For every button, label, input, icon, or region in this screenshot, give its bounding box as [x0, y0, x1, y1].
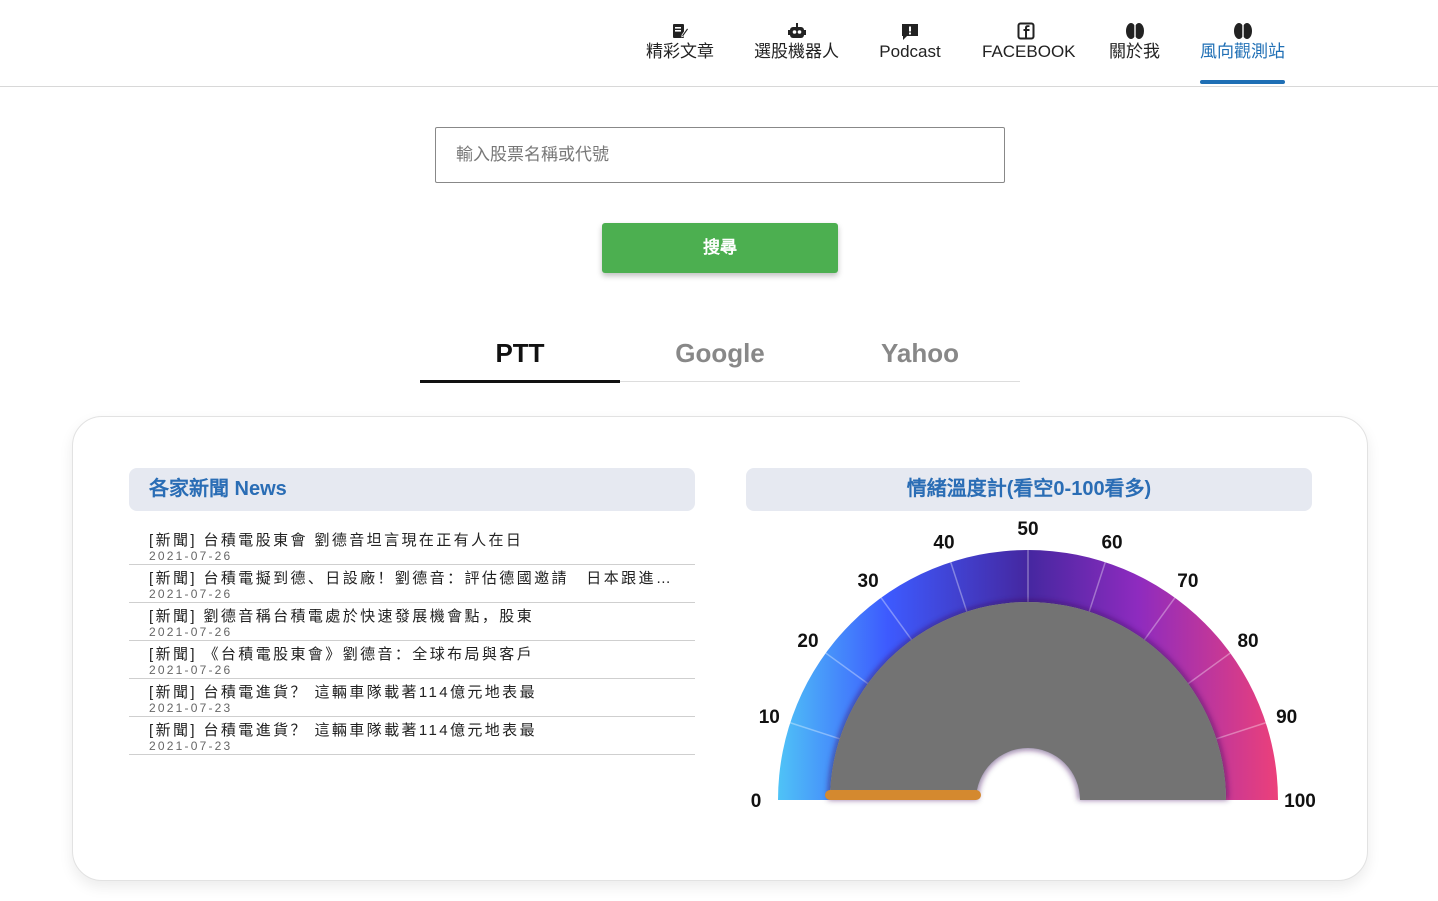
- gauge-tick-label: 90: [1276, 707, 1297, 728]
- news-item[interactable]: [新聞] 台積電進貨？ 這輛車隊載著114億元地表最 2021-07-23: [129, 717, 695, 755]
- news-title: [新聞] 台積電進貨？ 這輛車隊載著114億元地表最: [149, 722, 537, 739]
- news-item[interactable]: [新聞] 劉德音稱台積電處於快速發展機會點，股東 2021-07-26: [129, 603, 695, 641]
- news-item[interactable]: [新聞] 台積電進貨？ 這輛車隊載著114億元地表最 2021-07-23: [129, 679, 695, 717]
- gauge-tick-label: 60: [1101, 532, 1122, 553]
- news-title: [新聞] 劉德音稱台積電處於快速發展機會點，股東: [149, 608, 535, 625]
- gauge-tick-label: 0: [751, 791, 762, 810]
- stock-search-input[interactable]: [435, 127, 1005, 183]
- gauge-tick-label: 40: [933, 532, 954, 553]
- news-item[interactable]: [新聞] 《台積電股東會》劉德音：全球布局與客戶 2021-07-26: [129, 641, 695, 679]
- tab-google[interactable]: Google: [620, 325, 820, 381]
- news-item[interactable]: [新聞] 台積電擬到德、日設廠！劉德音：評估德國邀請 日本跟進中 2021-07…: [129, 565, 695, 603]
- facebook-icon: [982, 22, 1069, 44]
- brain-icon: [1200, 22, 1285, 44]
- news-title: [新聞] 台積電股東會 劉德音坦言現在正有人在日: [149, 532, 524, 549]
- gauge-tick-label: 20: [797, 631, 818, 652]
- brain-icon: [1109, 22, 1160, 44]
- news-date: 2021-07-23: [149, 701, 233, 715]
- nav-item-about-me[interactable]: 關於我: [1109, 22, 1160, 62]
- news-date: 2021-07-26: [149, 549, 233, 563]
- nav-item-label: Podcast: [879, 42, 941, 61]
- nav-item-label: 風向觀測站: [1200, 42, 1285, 61]
- gauge-tick-label: 70: [1177, 571, 1198, 592]
- gauge-tick-label: 30: [858, 571, 879, 592]
- chat-alert-icon: [878, 22, 942, 44]
- news-list: [新聞] 台積電股東會 劉德音坦言現在正有人在日 2021-07-26 [新聞]…: [129, 527, 695, 755]
- nav-item-label: 選股機器人: [754, 42, 839, 61]
- nav-item-podcast[interactable]: Podcast: [878, 22, 942, 62]
- nav-item-stock-robot[interactable]: 選股機器人: [754, 22, 839, 62]
- gauge-tick-label: 100: [1284, 791, 1316, 810]
- tab-ptt[interactable]: PTT: [420, 325, 620, 383]
- nav-item-sentiment-station[interactable]: 風向觀測站: [1200, 22, 1285, 62]
- news-date: 2021-07-23: [149, 739, 233, 753]
- source-tabs: PTT Google Yahoo: [420, 325, 1020, 383]
- nav-item-facebook[interactable]: FACEBOOK: [982, 22, 1076, 62]
- sentiment-gauge: 0 10 20 30 40 50 60 70 80 90 100: [751, 519, 1316, 810]
- news-title: [新聞] 台積電進貨？ 這輛車隊載著114億元地表最: [149, 684, 537, 701]
- gauge-tick-label: 10: [759, 707, 780, 728]
- news-date: 2021-07-26: [149, 625, 233, 639]
- news-item[interactable]: [新聞] 台積電股東會 劉德音坦言現在正有人在日 2021-07-26: [129, 527, 695, 565]
- nav-item-articles[interactable]: 精彩文章: [646, 22, 714, 62]
- nav-item-label: 關於我: [1109, 42, 1160, 61]
- active-nav-indicator: [1200, 80, 1285, 84]
- news-heading: 各家新聞 News: [129, 468, 695, 511]
- robot-icon: [754, 22, 839, 44]
- tab-yahoo[interactable]: Yahoo: [820, 325, 1020, 381]
- news-date: 2021-07-26: [149, 663, 233, 677]
- news-title: [新聞] 《台積電股東會》劉德音：全球布局與客戶: [149, 646, 535, 663]
- news-date: 2021-07-26: [149, 587, 233, 601]
- nav-item-label: FACEBOOK: [982, 42, 1076, 61]
- gauge-tick-label: 80: [1237, 631, 1258, 652]
- nav-item-label: 精彩文章: [646, 42, 714, 61]
- edit-icon: [646, 22, 714, 44]
- top-navigation-bar: 精彩文章 選股機器人 Podcast FACEBOOK 關於我 風向觀測站: [0, 0, 1438, 87]
- search-button[interactable]: 搜尋: [602, 223, 838, 273]
- gauge-tick-label: 50: [1017, 519, 1038, 540]
- news-title: [新聞] 台積電擬到德、日設廠！劉德音：評估德國邀請 日本跟進中: [149, 570, 671, 587]
